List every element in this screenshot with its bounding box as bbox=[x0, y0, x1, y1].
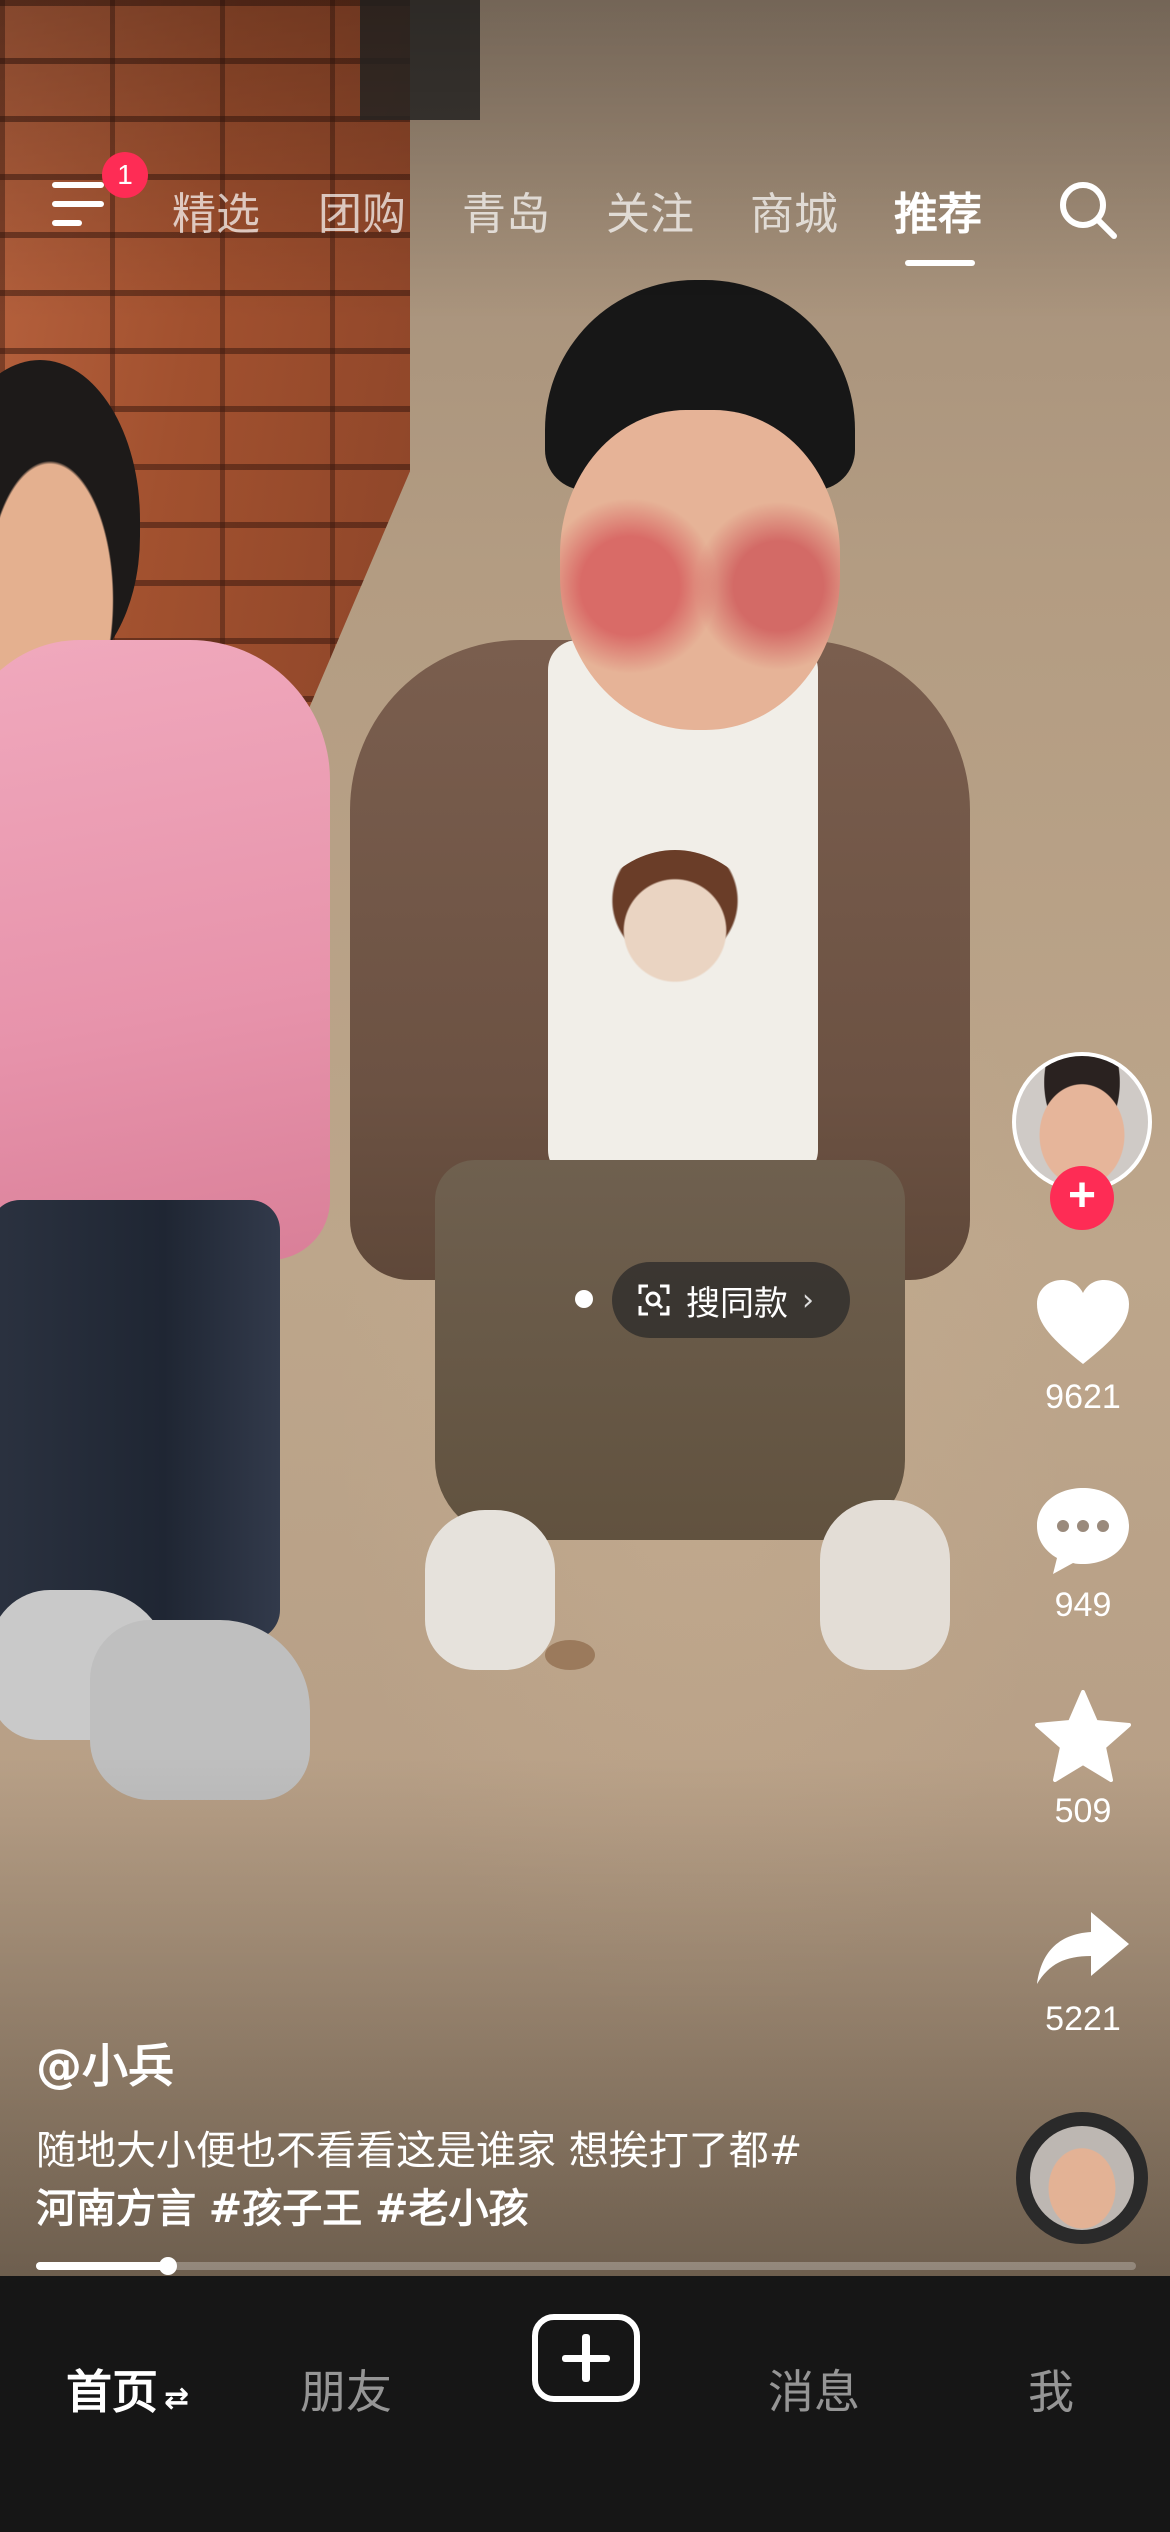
share-button[interactable]: 5221 bbox=[1030, 1908, 1136, 2039]
comment-icon bbox=[1037, 1488, 1129, 1574]
heart-icon bbox=[1037, 1280, 1129, 1364]
comment-button[interactable]: 949 bbox=[1030, 1484, 1136, 1625]
video-progress-handle[interactable] bbox=[159, 2257, 177, 2275]
bottom-tab-home[interactable]: 首页 ⇄ bbox=[66, 2356, 189, 2422]
favorite-count: 509 bbox=[1054, 1792, 1112, 1830]
star-icon bbox=[1035, 1690, 1131, 1782]
hashtag[interactable]: #孩子王 bbox=[209, 2186, 363, 2232]
swap-arrows-icon: ⇄ bbox=[164, 2381, 190, 2416]
tab-local-city[interactable]: 青岛 bbox=[462, 178, 550, 242]
hashtag[interactable]: #老小孩 bbox=[375, 2186, 529, 2232]
chevron-right-icon: › bbox=[802, 1282, 814, 1318]
video-progress-fill bbox=[36, 2262, 168, 2270]
search-same-item-button[interactable]: 搜同款 › bbox=[612, 1262, 850, 1338]
notification-badge: 1 bbox=[102, 152, 148, 198]
bottom-tab-bar: 首页 ⇄ 朋友 消息 我 bbox=[0, 2276, 1170, 2532]
scan-search-icon bbox=[638, 1284, 670, 1316]
author-name[interactable]: @小兵 bbox=[36, 2030, 174, 2096]
tab-recommended[interactable]: 推荐 bbox=[894, 178, 982, 242]
tab-group-buy[interactable]: 团购 bbox=[318, 178, 406, 242]
child-shoe bbox=[425, 1510, 555, 1670]
hashtag[interactable]: 河南方言 bbox=[36, 2186, 196, 2232]
caption-hashtags: 河南方言 #孩子王 #老小孩 bbox=[36, 2180, 936, 2238]
second-child-jeans bbox=[0, 1200, 280, 1640]
bottom-tab-home-label: 首页 bbox=[66, 2365, 158, 2419]
create-post-plus-icon[interactable] bbox=[532, 2314, 640, 2402]
like-button[interactable]: 9621 bbox=[1030, 1276, 1136, 1417]
video-progress-bar[interactable] bbox=[36, 2257, 1136, 2275]
tab-following[interactable]: 关注 bbox=[606, 178, 694, 242]
share-arrow-icon bbox=[1037, 1912, 1129, 1984]
bottom-tab-me[interactable]: 我 bbox=[1028, 2356, 1074, 2422]
shirt-cartoon-print bbox=[575, 850, 775, 1080]
caption-line: 随地大小便也不看看这是谁家 想挨打了都# bbox=[36, 2128, 803, 2174]
comment-count: 949 bbox=[1054, 1586, 1112, 1624]
ground-stone bbox=[545, 1640, 595, 1670]
follow-plus-icon[interactable]: + bbox=[1050, 1166, 1114, 1230]
menu-icon[interactable] bbox=[52, 182, 108, 226]
share-count: 5221 bbox=[1045, 2000, 1121, 2038]
search-icon[interactable] bbox=[1052, 174, 1124, 246]
child-face bbox=[560, 410, 840, 730]
child-shoe bbox=[820, 1500, 950, 1670]
top-navigation: 1 精选 团购 青岛 关注 商城 推荐 bbox=[0, 152, 1170, 266]
video-caption[interactable]: 随地大小便也不看看这是谁家 想挨打了都# 河南方言 #孩子王 #老小孩 bbox=[36, 2122, 936, 2238]
second-child-pink-sweater bbox=[0, 640, 330, 1260]
bottom-tab-friends[interactable]: 朋友 bbox=[300, 2356, 392, 2422]
bottom-tab-messages[interactable]: 消息 bbox=[768, 2356, 860, 2422]
favorite-button[interactable]: 509 bbox=[1030, 1690, 1136, 1831]
search-same-label: 搜同款 bbox=[686, 1283, 788, 1324]
video-player[interactable] bbox=[0, 0, 1170, 2276]
like-count: 9621 bbox=[1045, 1378, 1121, 1416]
active-tab-indicator bbox=[905, 260, 975, 266]
tab-featured[interactable]: 精选 bbox=[172, 178, 260, 242]
tab-mall[interactable]: 商城 bbox=[750, 178, 838, 242]
image-pager-dot bbox=[575, 1290, 593, 1308]
child-cargo-pants bbox=[435, 1160, 905, 1540]
music-disc[interactable] bbox=[1016, 2112, 1148, 2244]
author-avatar-group: + bbox=[1012, 1052, 1152, 1232]
